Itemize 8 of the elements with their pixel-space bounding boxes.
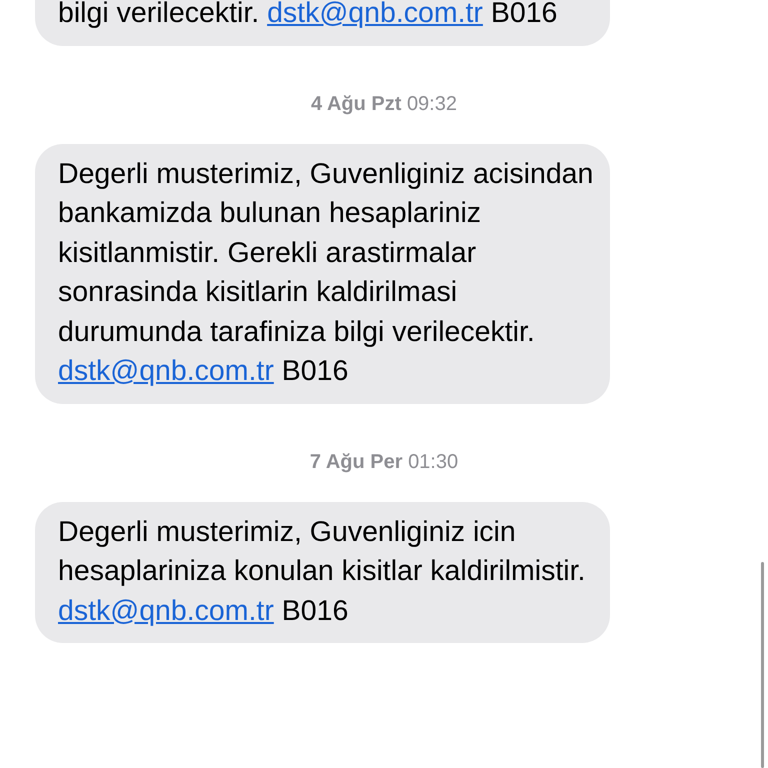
message-timestamp: 4 Ağu Pzt 09:32 xyxy=(311,92,457,116)
message-text: bilgi verilecektir. dstk@qnb.com.tr B016 xyxy=(58,0,558,31)
email-link[interactable]: dstk@qnb.com.tr xyxy=(58,594,274,626)
message-text: Degerli musterimiz, Guvenliginiz icin hesaplariniza konulan kisitlar kaldirilmistir. dstk@qnb.com.tr B016 xyxy=(58,514,586,628)
email-link[interactable]: dstk@qnb.com.tr xyxy=(58,355,274,387)
email-link[interactable]: dstk@qnb.com.tr xyxy=(267,0,483,29)
message-text: Degerli musterimiz, Guvenliginiz acisindan bankamizda bulunan hesaplariniz kisitlanmistir. Gerekli arastirmalar sonrasinda kisitlarin kaldirilmasi durumunda tarafiniza bilgi verilecektir. dstk@qnb.com.tr B016 xyxy=(58,156,594,389)
message-timestamp: 7 Ağu Per 01:30 xyxy=(310,450,458,474)
